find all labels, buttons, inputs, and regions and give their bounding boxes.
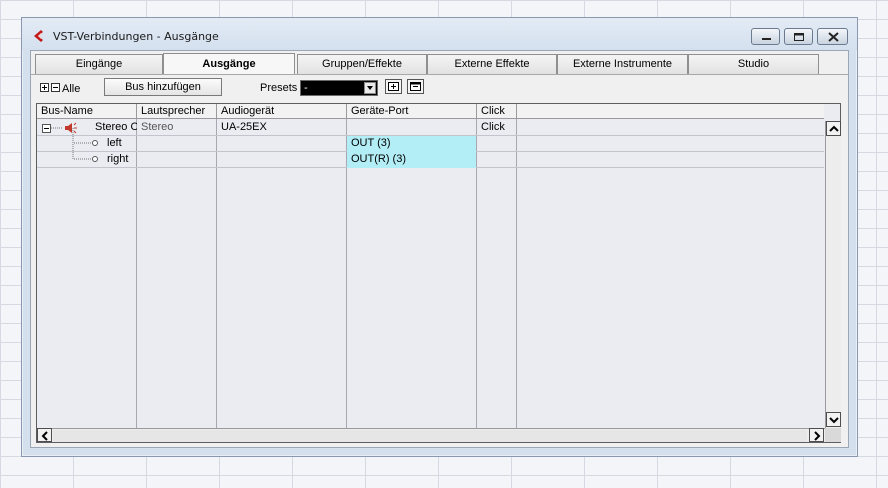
store-preset-icon bbox=[388, 82, 399, 91]
remove-preset-icon bbox=[410, 82, 421, 91]
bus-name-cell[interactable]: right bbox=[107, 152, 137, 168]
device-cell[interactable] bbox=[217, 152, 347, 168]
store-preset-button[interactable] bbox=[385, 79, 402, 94]
click-cell[interactable]: Click bbox=[477, 120, 517, 136]
add-bus-button[interactable]: Bus hinzufügen bbox=[104, 78, 222, 96]
presets-dropdown[interactable]: - bbox=[300, 80, 378, 96]
chevron-up-icon bbox=[829, 125, 839, 132]
maximize-button[interactable] bbox=[784, 28, 813, 45]
table-row[interactable]: right OUT(R) (3) bbox=[37, 144, 824, 168]
tab-studio[interactable]: Studio bbox=[688, 54, 819, 74]
click-cell[interactable] bbox=[477, 136, 517, 152]
click-cell[interactable] bbox=[477, 152, 517, 168]
dropdown-arrow-icon bbox=[364, 82, 376, 94]
presets-value: - bbox=[304, 82, 308, 94]
tab-eingaenge[interactable]: Eingänge bbox=[35, 54, 163, 74]
column-header-bus-name[interactable]: Bus-Name bbox=[37, 104, 137, 119]
column-header-speaker[interactable]: Lautsprecher bbox=[137, 104, 217, 119]
all-label: Alle bbox=[62, 83, 81, 95]
tab-ausgaenge[interactable]: Ausgänge bbox=[163, 53, 295, 75]
vertical-scrollbar[interactable] bbox=[825, 121, 841, 428]
column-header-click[interactable]: Click bbox=[477, 104, 517, 119]
tree-connector-icon bbox=[51, 127, 63, 129]
device-port-cell[interactable] bbox=[347, 120, 477, 136]
speaker-cell[interactable] bbox=[137, 136, 217, 152]
expand-all-icon[interactable] bbox=[40, 83, 49, 92]
scroll-right-button[interactable] bbox=[809, 428, 824, 442]
device-port-cell[interactable]: OUT(R) (3) bbox=[347, 152, 476, 168]
remove-preset-button[interactable] bbox=[407, 79, 424, 94]
horizontal-scrollbar[interactable] bbox=[37, 428, 825, 442]
table-header: Bus-Name Lautsprecher Audiogerät Geräte-… bbox=[37, 104, 824, 119]
presets-label: Presets bbox=[260, 82, 298, 94]
table-row[interactable]: left OUT (3) bbox=[37, 128, 824, 152]
collapse-node-icon[interactable] bbox=[42, 124, 51, 133]
scroll-left-button[interactable] bbox=[37, 428, 52, 442]
window-title: VST-Verbindungen - Ausgänge bbox=[53, 30, 219, 43]
bus-name-cell[interactable]: left bbox=[107, 136, 137, 152]
chevron-left-icon bbox=[41, 431, 48, 441]
column-header-empty bbox=[517, 104, 824, 119]
minimize-icon bbox=[762, 38, 771, 40]
device-cell[interactable] bbox=[217, 136, 347, 152]
connections-table: Bus-Name Lautsprecher Audiogerät Geräte-… bbox=[36, 103, 841, 443]
chevron-down-icon bbox=[829, 417, 839, 424]
close-icon bbox=[828, 32, 839, 42]
scrollbar-corner bbox=[825, 428, 841, 442]
collapse-all-icon[interactable] bbox=[51, 83, 60, 92]
vst-connections-window: VST-Verbindungen - Ausgänge Eingänge Aus… bbox=[21, 17, 858, 457]
speaker-cell[interactable] bbox=[137, 152, 217, 168]
tab-externe-effekte[interactable]: Externe Effekte bbox=[427, 54, 557, 74]
minimize-button[interactable] bbox=[751, 28, 780, 45]
close-button[interactable] bbox=[817, 28, 848, 45]
horizontal-scroll-thumb[interactable] bbox=[53, 430, 807, 442]
speaker-cell[interactable]: Stereo bbox=[137, 120, 217, 136]
scroll-down-button[interactable] bbox=[826, 412, 841, 427]
device-cell[interactable]: UA-25EX bbox=[217, 120, 347, 136]
table-row[interactable]: Stereo Out Stereo UA-25EX Click bbox=[37, 120, 824, 136]
tree-connector-icon bbox=[72, 144, 98, 162]
cubase-logo-icon bbox=[34, 30, 43, 42]
device-port-cell[interactable]: OUT (3) bbox=[347, 136, 476, 152]
title-bar[interactable]: VST-Verbindungen - Ausgänge bbox=[22, 18, 857, 50]
tab-gruppen-effekte[interactable]: Gruppen/Effekte bbox=[297, 54, 427, 74]
chevron-right-icon bbox=[814, 431, 821, 441]
toolbar: Alle Bus hinzufügen Presets - bbox=[31, 74, 848, 102]
column-header-device[interactable]: Audiogerät bbox=[217, 104, 347, 119]
dialog-client-area: Eingänge Ausgänge Gruppen/Effekte Extern… bbox=[30, 50, 849, 448]
column-header-device-port[interactable]: Geräte-Port bbox=[347, 104, 477, 119]
tab-bar: Eingänge Ausgänge Gruppen/Effekte Extern… bbox=[35, 53, 845, 75]
tab-externe-instrumente[interactable]: Externe Instrumente bbox=[557, 54, 688, 74]
scroll-up-button[interactable] bbox=[826, 121, 841, 136]
maximize-icon bbox=[794, 33, 804, 41]
